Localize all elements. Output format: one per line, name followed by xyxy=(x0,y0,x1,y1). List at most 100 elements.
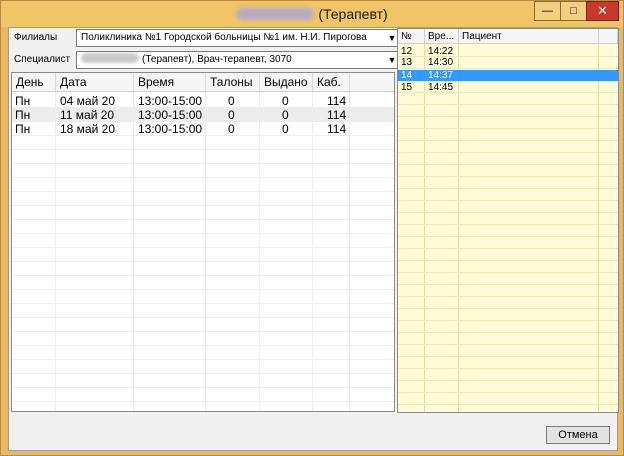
column-header-number[interactable]: № xyxy=(398,29,425,44)
grid-hline xyxy=(398,152,618,153)
close-button[interactable]: ✕ xyxy=(586,1,619,21)
grid-hline xyxy=(398,224,618,225)
dialog-body: Филиалы Поликлиника №1 Городской больниц… xyxy=(8,27,619,451)
grid-vline xyxy=(55,92,56,411)
column-header-tickets[interactable]: Талоны xyxy=(206,73,260,92)
slots-grid[interactable]: № Вре... Пациент 12 14:22 13 14:30 14 14… xyxy=(397,28,619,413)
grid-hline xyxy=(398,272,618,273)
cell-time: 13:00-15:00 xyxy=(138,122,203,136)
maximize-button[interactable]: □ xyxy=(560,1,587,21)
grid-hline xyxy=(398,320,618,321)
grid-hline xyxy=(398,128,618,129)
grid-hline xyxy=(398,296,618,297)
grid-hline xyxy=(398,308,618,309)
column-header-day[interactable]: День xyxy=(12,73,56,92)
cell-room: 114 xyxy=(327,108,347,122)
branch-select[interactable]: Поликлиника №1 Городской больницы №1 им.… xyxy=(76,29,400,47)
minimize-button[interactable]: — xyxy=(534,1,561,21)
column-header-room[interactable]: Каб. xyxy=(313,73,350,92)
close-icon: ✕ xyxy=(597,3,608,18)
cell-issued: 0 xyxy=(282,94,289,108)
window-title-text: (Терапевт) xyxy=(318,6,388,22)
grid-hline xyxy=(12,289,394,290)
redacted-name xyxy=(236,8,315,20)
grid-vline xyxy=(259,92,260,411)
grid-hline xyxy=(12,275,394,276)
cell-day: Пн xyxy=(15,94,31,108)
branch-label: Филиалы xyxy=(14,32,58,43)
grid-hline xyxy=(398,356,618,357)
column-header-patient[interactable]: Пациент xyxy=(459,29,599,44)
grid-hline xyxy=(398,68,618,69)
column-header-filler xyxy=(350,73,394,92)
cell-issued: 0 xyxy=(282,122,289,136)
grid-hline xyxy=(398,200,618,201)
cell-room: 114 xyxy=(327,122,347,136)
grid-vline xyxy=(424,44,425,412)
grid-hline xyxy=(12,303,394,304)
list-item[interactable]: 13 14:30 xyxy=(398,57,618,68)
grid-hline xyxy=(12,191,394,192)
slot-number: 13 xyxy=(401,57,413,68)
slot-time: 14:37 xyxy=(428,70,454,81)
cell-time: 13:00-15:00 xyxy=(138,108,203,122)
table-row[interactable]: Пн 18 май 20 13:00-15:00 0 0 114 xyxy=(12,122,394,136)
title-bar[interactable]: (Терапевт) — □ ✕ xyxy=(1,1,623,27)
grid-hline xyxy=(12,345,394,346)
grid-hline xyxy=(12,387,394,388)
cell-issued: 0 xyxy=(282,108,289,122)
slot-number: 14 xyxy=(401,70,413,81)
grid-hline xyxy=(398,248,618,249)
grid-hline xyxy=(398,332,618,333)
list-item[interactable]: 12 14:22 xyxy=(398,46,618,57)
column-header-time[interactable]: Время xyxy=(134,73,206,92)
cell-tickets: 0 xyxy=(228,94,235,108)
cell-day: Пн xyxy=(15,108,31,122)
cancel-button[interactable]: Отмена xyxy=(546,426,610,444)
schedule-grid[interactable]: День Дата Время Талоны Выдано Каб. Пн 04… xyxy=(11,72,395,412)
specialist-label: Специалист xyxy=(14,54,71,65)
cell-time: 13:00-15:00 xyxy=(138,94,203,108)
slot-number: 12 xyxy=(401,46,413,57)
grid-hline xyxy=(12,205,394,206)
specialist-select-value: (Терапевт), Врач-терапевт, 3070 xyxy=(142,54,292,65)
grid-hline xyxy=(398,212,618,213)
list-item-selected[interactable]: 14 14:37 xyxy=(398,70,618,81)
column-header-date[interactable]: Дата xyxy=(56,73,134,92)
table-row[interactable]: Пн 11 май 20 13:00-15:00 0 0 114 xyxy=(12,108,394,122)
grid-hline xyxy=(398,404,618,405)
list-item[interactable]: 15 14:45 xyxy=(398,82,618,93)
minimize-icon: — xyxy=(542,5,553,17)
grid-hline xyxy=(12,163,394,164)
grid-hline xyxy=(398,188,618,189)
specialist-select[interactable]: (Терапевт), Врач-терапевт, 3070 ▼ xyxy=(76,51,400,69)
grid-hline xyxy=(398,236,618,237)
column-header-issued[interactable]: Выдано xyxy=(260,73,313,92)
grid-vline xyxy=(133,92,134,411)
dialog-window: (Терапевт) — □ ✕ Филиалы Поликлиника №1 … xyxy=(0,0,624,456)
grid-hline xyxy=(398,284,618,285)
grid-hline xyxy=(12,177,394,178)
branch-select-value: Поликлиника №1 Городской больницы №1 им.… xyxy=(81,32,367,43)
grid-hline xyxy=(398,164,618,165)
grid-hline xyxy=(12,233,394,234)
grid-hline xyxy=(12,219,394,220)
column-header-slot-time[interactable]: Вре... xyxy=(425,29,459,44)
cell-date: 18 май 20 xyxy=(60,122,115,136)
grid-hline xyxy=(12,317,394,318)
grid-hline xyxy=(12,401,394,402)
grid-hline xyxy=(12,331,394,332)
slot-time: 14:22 xyxy=(428,46,454,57)
cell-date: 04 май 20 xyxy=(60,94,115,108)
cell-tickets: 0 xyxy=(228,108,235,122)
grid-hline xyxy=(398,140,618,141)
maximize-icon: □ xyxy=(570,5,577,17)
table-row[interactable]: Пн 04 май 20 13:00-15:00 0 0 114 xyxy=(12,94,394,108)
grid-vline xyxy=(205,92,206,411)
grid-hline xyxy=(12,359,394,360)
grid-vline xyxy=(598,44,599,412)
grid-hline xyxy=(398,260,618,261)
grid-hline xyxy=(398,368,618,369)
cell-room: 114 xyxy=(327,94,347,108)
cell-day: Пн xyxy=(15,122,31,136)
